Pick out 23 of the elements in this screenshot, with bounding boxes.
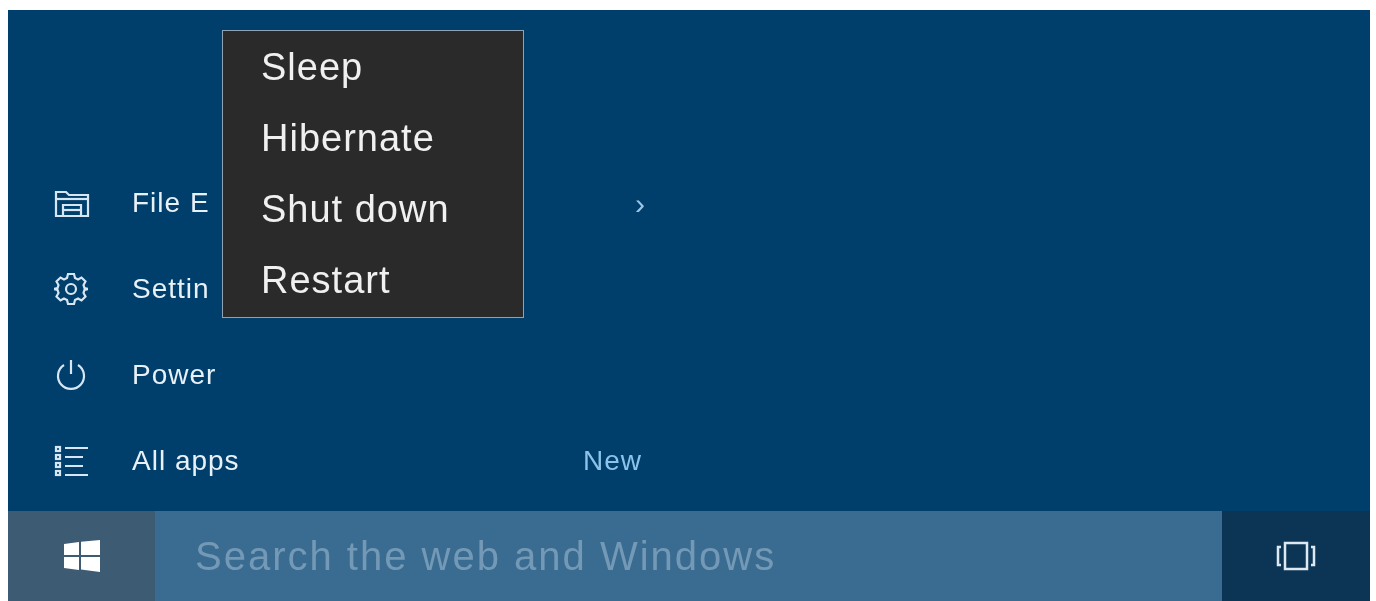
- menu-item-label: All apps: [132, 444, 240, 478]
- start-menu-item[interactable]: File E: [54, 182, 210, 224]
- task-view-button[interactable]: [1222, 511, 1370, 601]
- start-menu-item[interactable]: All apps: [54, 440, 240, 482]
- menu-item-label: Power: [132, 358, 217, 392]
- power-icon: [54, 358, 88, 392]
- new-label: New: [583, 444, 642, 478]
- power-menu-item[interactable]: Hibernate: [261, 114, 523, 185]
- task-view-icon: [1276, 541, 1316, 571]
- folder-icon: [54, 188, 90, 218]
- chevron-glyph: ›: [635, 185, 645, 222]
- start-menu-item[interactable]: Power: [54, 354, 217, 396]
- menu-item-label: Settin: [132, 272, 210, 306]
- power-menu-item[interactable]: Shut down: [261, 185, 523, 256]
- start-menu-item[interactable]: Settin: [54, 268, 210, 310]
- list-icon: [54, 445, 90, 477]
- windows-logo-icon: [63, 540, 100, 572]
- start-button[interactable]: [8, 511, 155, 601]
- power-menu-item[interactable]: Restart: [261, 256, 523, 327]
- settings-icon: [54, 272, 88, 306]
- search-field[interactable]: Search the web and Windows: [155, 511, 1222, 601]
- menu-item-label: File E: [132, 186, 210, 220]
- power-menu-item[interactable]: Sleep: [261, 43, 523, 114]
